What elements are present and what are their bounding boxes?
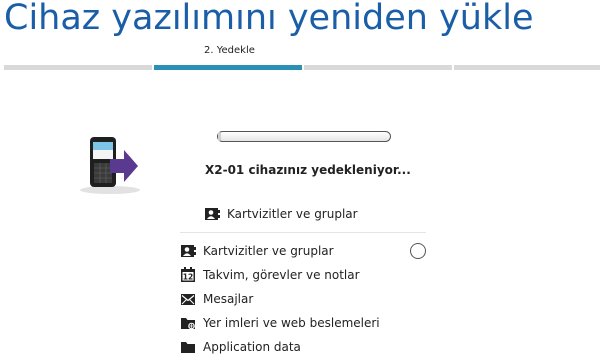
divider — [180, 232, 426, 233]
calendar-icon: 12 — [180, 267, 196, 283]
backup-item-bookmarks: Yer imleri ve web beslemeleri — [180, 314, 380, 332]
step-label: 2. Yedekle — [204, 45, 255, 56]
page-title: Cihaz yazılımını yeniden yükle — [4, 0, 534, 38]
backup-item-calendar: 12 Takvim, görevler ve notlar — [180, 266, 360, 284]
backup-item-label: Takvim, görevler ve notlar — [203, 268, 360, 282]
envelope-icon — [180, 291, 196, 307]
step-1-segment — [4, 65, 152, 70]
backup-progress-bar — [217, 131, 391, 142]
step-2-segment — [154, 65, 302, 70]
loading-spinner-icon — [410, 243, 426, 259]
bookmark-folder-icon — [180, 315, 196, 331]
folder-icon — [180, 339, 196, 355]
step-3-segment — [304, 65, 452, 70]
step-indicator — [4, 65, 600, 71]
backup-item-label: Mesajlar — [203, 292, 254, 306]
backup-item-label: Application data — [203, 340, 301, 354]
backup-progress-fill — [218, 132, 222, 141]
contact-card-icon — [180, 243, 196, 259]
backup-status-text: X2-01 cihazınız yedekleniyor... — [205, 163, 411, 177]
backup-item-messages: Mesajlar — [180, 290, 253, 308]
contact-card-icon — [204, 206, 220, 222]
svg-text:12: 12 — [183, 273, 193, 282]
backup-item-contacts: Kartvizitler ve gruplar — [180, 242, 334, 260]
backup-item-label: Kartvizitler ve gruplar — [203, 244, 334, 258]
current-backup-item-label: Kartvizitler ve gruplar — [227, 207, 358, 221]
phone-backup-icon — [80, 135, 152, 195]
current-backup-item: Kartvizitler ve gruplar — [204, 205, 358, 223]
step-4-segment — [454, 65, 600, 70]
backup-item-application-data: Application data — [180, 338, 301, 356]
backup-item-label: Yer imleri ve web beslemeleri — [203, 316, 380, 330]
